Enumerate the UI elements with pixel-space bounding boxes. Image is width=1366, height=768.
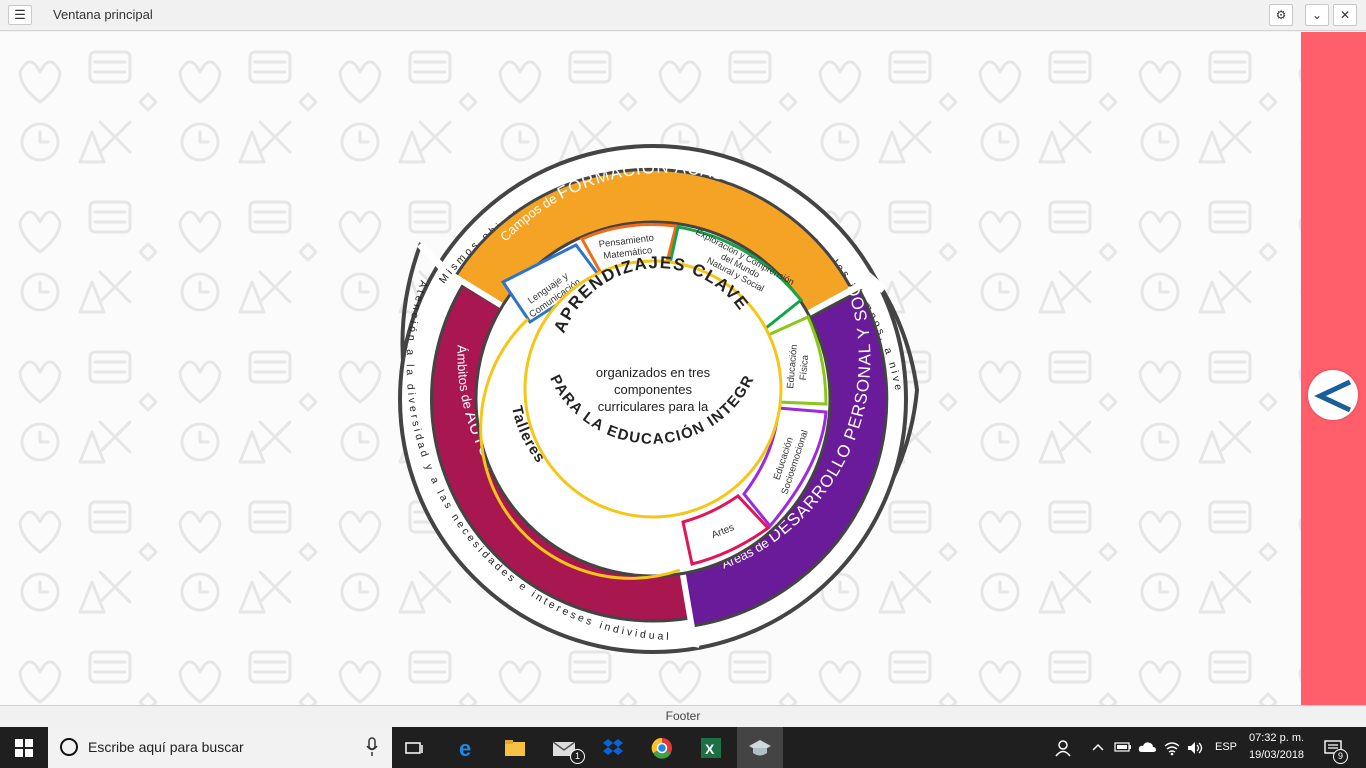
notifications-badge: 9 (1333, 749, 1348, 764)
volume-icon[interactable] (1186, 740, 1204, 756)
settings-button[interactable]: ⚙ (1269, 4, 1293, 26)
clock-time[interactable]: 07:32 p. m. (1249, 732, 1304, 744)
onedrive-icon[interactable] (1138, 740, 1156, 754)
excel-icon: X (701, 737, 721, 758)
edge-button[interactable]: e (444, 727, 490, 768)
svg-text:X: X (705, 741, 715, 757)
windows-taskbar: Escribe aquí para buscar e 1 X ESP 07:32… (0, 727, 1366, 768)
edge-icon: e (459, 737, 471, 759)
close-icon: ✕ (1339, 8, 1351, 22)
chrome-button[interactable] (639, 727, 685, 768)
main-content: Mismos objetivos curriculares y horas le… (0, 32, 1301, 705)
battery-icon[interactable] (1114, 741, 1132, 753)
search-placeholder: Escribe aquí para buscar (88, 739, 244, 755)
wifi-icon[interactable] (1163, 740, 1181, 756)
mail-badge: 1 (570, 749, 585, 764)
task-view-icon (405, 741, 423, 754)
center-line-3: curriculares para la (598, 399, 709, 414)
folder-icon (505, 739, 525, 756)
chevron-up-icon[interactable] (1092, 742, 1104, 752)
hamburger-icon: ☰ (14, 7, 26, 22)
curriculum-diagram: Mismos objetivos curriculares y horas le… (0, 32, 920, 654)
chrome-icon (651, 737, 672, 759)
svg-text:e: e (459, 737, 471, 759)
close-button[interactable]: ✕ (1333, 4, 1357, 26)
title-bar: ☰ Ventana principal ⚙ ⌄ ✕ (0, 0, 1366, 31)
search-box[interactable]: Escribe aquí para buscar (48, 727, 392, 768)
minimize-button[interactable]: ⌄ (1305, 4, 1329, 26)
window-title: Ventana principal (53, 7, 153, 22)
clock-date[interactable]: 19/03/2018 (1249, 749, 1304, 761)
dropbox-icon (603, 738, 623, 755)
start-button[interactable] (0, 727, 48, 768)
footer: Footer (0, 705, 1366, 727)
dropbox-button[interactable] (590, 727, 636, 768)
file-explorer-button[interactable] (492, 727, 538, 768)
graduation-cap-icon (749, 739, 771, 755)
excel-button[interactable]: X (688, 727, 734, 768)
center-line-1: organizados en tres (596, 365, 711, 380)
active-app-button[interactable] (737, 727, 783, 768)
task-view-button[interactable] (392, 727, 438, 768)
mail-button[interactable]: 1 (541, 727, 587, 768)
windows-logo-icon (15, 738, 33, 757)
side-panel (1301, 32, 1366, 705)
cortana-icon (60, 738, 78, 756)
chevron-left-icon (1314, 379, 1352, 413)
people-icon[interactable] (1055, 739, 1073, 757)
chevron-down-icon: ⌄ (1311, 8, 1323, 22)
microphone-icon[interactable] (366, 737, 378, 757)
language-indicator[interactable]: ESP (1215, 741, 1237, 753)
gear-icon: ⚙ (1275, 8, 1287, 22)
menu-button[interactable]: ☰ (8, 5, 32, 25)
center-line-2: componentes (614, 382, 693, 397)
back-button[interactable] (1308, 370, 1358, 420)
